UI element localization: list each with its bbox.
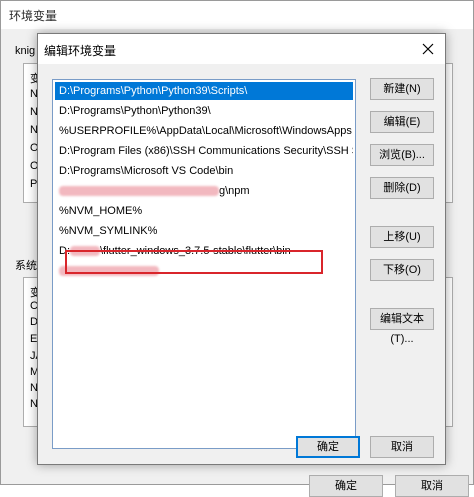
- highlight-annotation: [65, 250, 323, 274]
- path-list[interactable]: D:\Programs\Python\Python39\Scripts\ D:\…: [52, 79, 356, 449]
- parent-titlebar: [1, 1, 473, 29]
- ok-button[interactable]: 确定: [296, 436, 360, 458]
- browse-button[interactable]: 浏览(B)...: [370, 144, 434, 166]
- new-button[interactable]: 新建(N): [370, 78, 434, 100]
- path-item[interactable]: D:\Program Files (x86)\SSH Communication…: [55, 142, 353, 160]
- path-item[interactable]: D:\Programs\Python\Python39\: [55, 102, 353, 120]
- move-up-button[interactable]: 上移(U): [370, 226, 434, 248]
- delete-button[interactable]: 删除(D): [370, 177, 434, 199]
- system-variables-label: 系统: [15, 260, 37, 272]
- parent-ok-button[interactable]: 确定: [309, 475, 383, 497]
- path-item[interactable]: %USERPROFILE%\AppData\Local\Microsoft\Wi…: [55, 122, 353, 140]
- path-item[interactable]: g\npm: [55, 182, 353, 200]
- redacted-text: [59, 186, 219, 197]
- cancel-button[interactable]: 取消: [370, 436, 434, 458]
- edit-text-button[interactable]: 编辑文本(T)...: [370, 308, 434, 345]
- path-item[interactable]: D:\Programs\Python\Python39\Scripts\: [55, 82, 353, 100]
- path-item[interactable]: %NVM_SYMLINK%: [55, 222, 353, 240]
- path-item[interactable]: D:\Programs\Microsoft VS Code\bin: [55, 162, 353, 180]
- parent-window-title: 环境变量: [9, 9, 58, 23]
- parent-cancel-button[interactable]: 取消: [395, 475, 469, 497]
- dialog-title: 编辑环境变量: [44, 44, 117, 58]
- move-down-button[interactable]: 下移(O): [370, 259, 434, 281]
- close-icon[interactable]: [417, 38, 439, 60]
- edit-env-var-dialog: 编辑环境变量 D:\Programs\Python\Python39\Scrip…: [37, 33, 446, 465]
- user-variables-label: knig: [15, 45, 36, 57]
- path-item-suffix: g\npm: [219, 185, 250, 197]
- edit-button[interactable]: 编辑(E): [370, 111, 434, 133]
- path-item[interactable]: %NVM_HOME%: [55, 202, 353, 220]
